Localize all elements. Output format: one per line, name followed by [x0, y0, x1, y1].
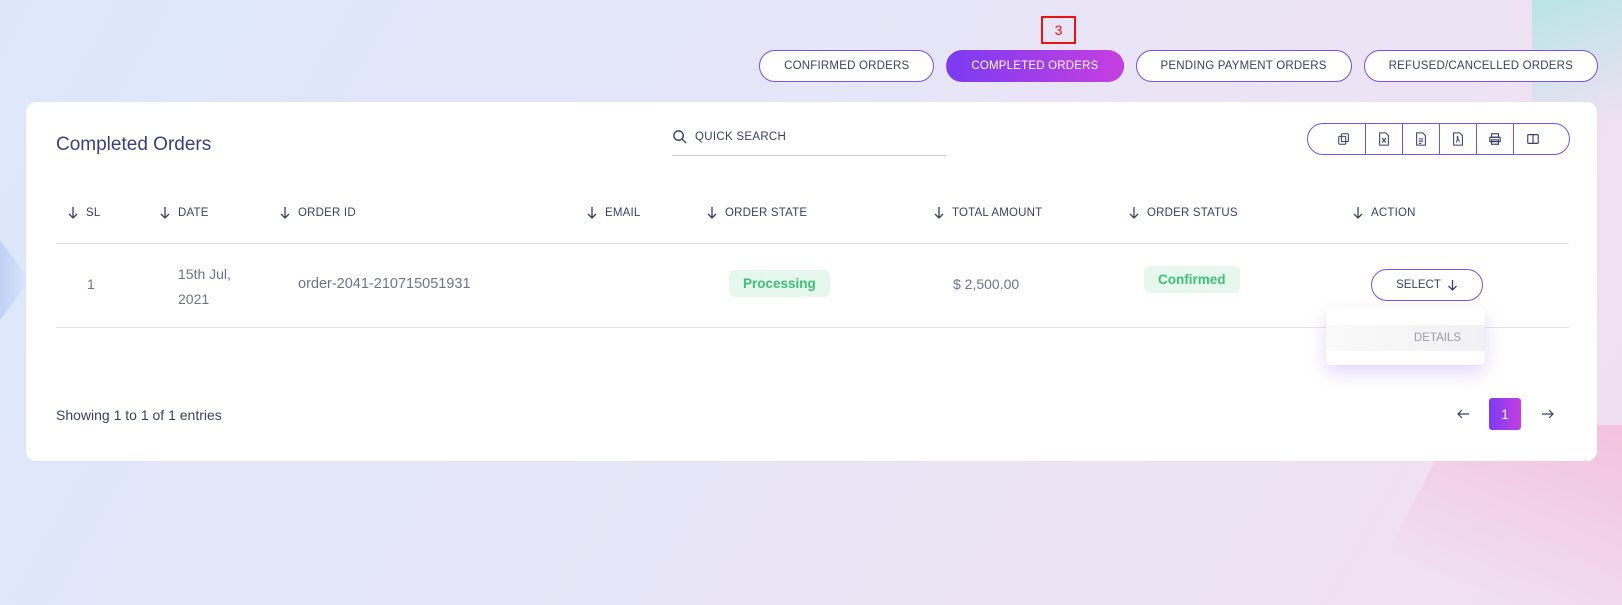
arrow-down-icon	[1447, 280, 1457, 291]
print-icon	[1489, 133, 1501, 145]
excel-icon	[1379, 132, 1389, 146]
arrow-right-icon	[1541, 409, 1554, 419]
action-dropdown-menu: DETAILS	[1326, 307, 1485, 365]
column-header-sl[interactable]: SL	[67, 206, 100, 219]
pagination: 1	[1453, 398, 1557, 430]
orders-card: Completed Orders QUICK SEARCH SL DATE OR…	[26, 102, 1597, 461]
tab-completed-orders[interactable]: COMPLETED ORDERS	[946, 50, 1124, 82]
column-header-order-status[interactable]: ORDER STATUS	[1128, 206, 1238, 219]
pdf-icon	[1453, 132, 1463, 146]
page-title: Completed Orders	[56, 134, 212, 155]
order-tabs: CONFIRMED ORDERS COMPLETED ORDERS PENDIN…	[759, 50, 1598, 82]
sort-arrow-icon	[1353, 207, 1363, 219]
column-header-date[interactable]: DATE	[159, 206, 209, 219]
column-header-order-state[interactable]: ORDER STATE	[706, 206, 807, 219]
page-number-button[interactable]: 1	[1489, 398, 1521, 430]
column-header-total-amount[interactable]: TOTAL AMOUNT	[933, 206, 1042, 219]
tab-confirmed-orders[interactable]: CONFIRMED ORDERS	[759, 50, 935, 82]
tab-refused-cancelled-orders[interactable]: REFUSED/CANCELLED ORDERS	[1363, 50, 1598, 82]
cell-date: 15th Jul, 2021	[178, 266, 231, 307]
copy-icon	[1337, 133, 1349, 145]
column-header-email[interactable]: EMAIL	[586, 206, 641, 219]
sort-arrow-icon	[1129, 207, 1139, 219]
table-header: SL DATE ORDER ID EMAIL ORDER STATE TOTAL…	[56, 198, 1569, 244]
sort-arrow-icon	[707, 207, 717, 219]
columns-button[interactable]	[1514, 124, 1569, 154]
arrow-left-icon	[1456, 409, 1469, 419]
column-header-order-id[interactable]: ORDER ID	[279, 206, 356, 219]
order-status-badge: Confirmed	[1144, 266, 1240, 293]
cell-order-id: order-2041-210715051931	[298, 276, 471, 292]
sort-arrow-icon	[160, 207, 170, 219]
entries-info: Showing 1 to 1 of 1 entries	[56, 407, 222, 423]
sort-arrow-icon	[934, 207, 944, 219]
pdf-button[interactable]	[1440, 124, 1477, 154]
next-page-button[interactable]	[1537, 404, 1557, 424]
annotation-marker: 3	[1041, 16, 1076, 44]
columns-icon	[1526, 134, 1539, 144]
search-icon	[673, 130, 687, 144]
search-placeholder: QUICK SEARCH	[695, 130, 787, 143]
print-button[interactable]	[1477, 124, 1514, 154]
cell-sl: 1	[87, 276, 95, 292]
excel-button[interactable]	[1366, 124, 1403, 154]
sort-arrow-icon	[587, 207, 597, 219]
select-action-button[interactable]: SELECT	[1371, 269, 1483, 301]
csv-icon	[1416, 132, 1426, 146]
cell-total-amount: $ 2,500.00	[953, 276, 1020, 292]
order-state-badge: Processing	[729, 270, 830, 297]
search-input[interactable]: QUICK SEARCH	[672, 118, 946, 156]
tab-pending-payment-orders[interactable]: PENDING PAYMENT ORDERS	[1135, 50, 1352, 82]
sort-arrow-icon	[68, 207, 78, 219]
copy-button[interactable]	[1308, 124, 1366, 154]
select-label: SELECT	[1396, 279, 1441, 291]
column-header-action[interactable]: ACTION	[1352, 206, 1416, 219]
sort-arrow-icon	[280, 207, 290, 219]
export-toolbar	[1307, 123, 1570, 155]
csv-button[interactable]	[1403, 124, 1440, 154]
previous-page-button[interactable]	[1453, 404, 1473, 424]
dropdown-item-details[interactable]: DETAILS	[1326, 325, 1485, 351]
